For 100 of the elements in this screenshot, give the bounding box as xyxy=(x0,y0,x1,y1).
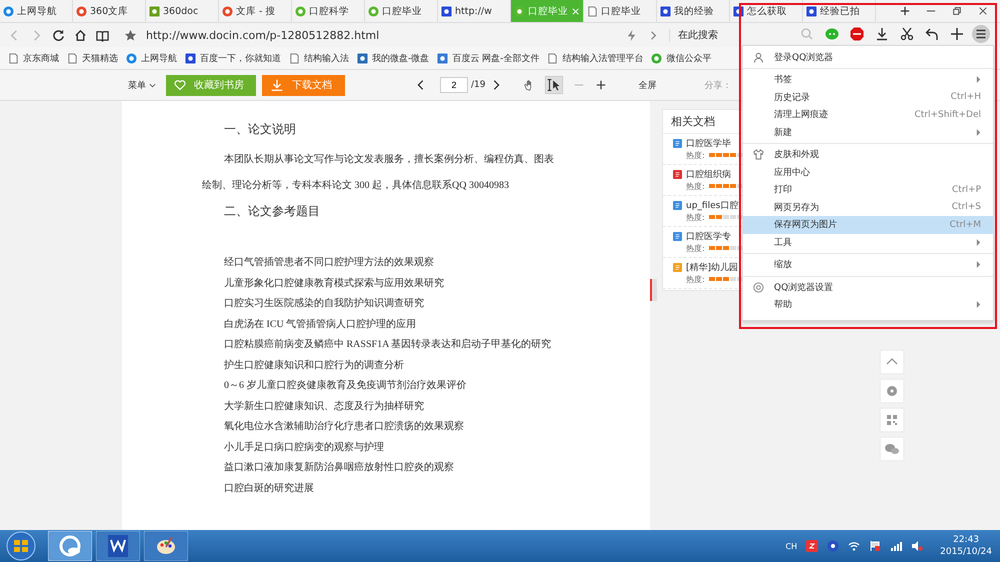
page-icon xyxy=(587,6,598,16)
menu-item[interactable]: 保存网页为图片 Ctrl+M xyxy=(743,216,993,234)
bookmark[interactable]: 上网导航 xyxy=(126,52,177,64)
menu-item[interactable]: 打印 Ctrl+P xyxy=(743,181,993,198)
collapse-handle[interactable] xyxy=(650,279,657,301)
menu-item[interactable]: 工具 xyxy=(743,234,993,251)
scissors-icon[interactable] xyxy=(900,27,914,41)
site-icon xyxy=(660,6,671,16)
lightning-icon[interactable] xyxy=(625,28,638,42)
menu-item[interactable]: 网页另存为 Ctrl+S xyxy=(743,198,993,216)
browser-tab[interactable]: 怎么获取 xyxy=(730,0,803,22)
start-button[interactable] xyxy=(6,531,36,561)
topic-title: 口腔白斑的研究进展 xyxy=(223,482,315,496)
scroll-top-icon[interactable] xyxy=(880,350,904,374)
document-link[interactable]: 口腔医学毕 xyxy=(686,136,731,150)
search-field[interactable]: 在此搜索 xyxy=(669,28,780,42)
book-icon[interactable] xyxy=(96,28,109,42)
download-icon[interactable] xyxy=(875,27,889,41)
writer-taskbar-icon[interactable] xyxy=(96,531,140,561)
site-icon xyxy=(441,6,452,16)
reload-icon[interactable] xyxy=(52,28,65,42)
document-icon xyxy=(673,232,682,240)
menu-item[interactable]: 应用中心 xyxy=(743,164,993,181)
text-select-icon[interactable] xyxy=(545,76,564,94)
signal-icon[interactable] xyxy=(890,540,902,552)
undo-icon[interactable] xyxy=(925,27,939,41)
user-icon xyxy=(753,52,764,62)
bookmark[interactable]: 结构输入法 xyxy=(289,52,349,64)
menu-item[interactable]: 书签 xyxy=(743,71,993,88)
browser-tab[interactable]: 文库 - 搜 xyxy=(219,0,292,22)
url-field[interactable]: http://www.docin.com/p-1280512882.html xyxy=(146,28,616,42)
paint-taskbar-icon[interactable] xyxy=(144,531,188,561)
bookmark[interactable]: 百度云 网盘-全部文件 xyxy=(437,52,540,64)
document-link[interactable]: 口腔医学专 xyxy=(686,230,731,242)
fullscreen-link[interactable]: 全屏 xyxy=(638,78,656,92)
site-icon xyxy=(806,6,817,16)
document-link[interactable]: [精华]幼儿园 xyxy=(686,260,738,274)
menu-item[interactable]: 历史记录 Ctrl+H xyxy=(743,88,993,106)
heat-label: 热度: xyxy=(686,212,705,222)
browser-tab[interactable]: 经验已拍 xyxy=(803,0,876,22)
topic-title: 0～6 岁儿童口腔炎健康教育及免疫调节剂治疗效果评价 xyxy=(223,378,468,393)
page-number-field[interactable]: 2 xyxy=(440,77,468,93)
plus-icon[interactable] xyxy=(950,27,964,41)
bookmark[interactable]: 微信公众平 xyxy=(651,52,712,64)
browser-tab[interactable]: 我的经验 xyxy=(657,0,730,22)
document-link[interactable]: 口腔组织病 xyxy=(686,168,731,180)
share-label: 分享： xyxy=(704,80,732,92)
topic-title: 小儿手足口病口腔病变的观察与护理 xyxy=(223,440,385,454)
clock[interactable]: 22:43 2015/10/24 xyxy=(940,534,992,558)
bookmark[interactable]: 百度一下，你就知道 xyxy=(185,52,281,64)
browser-tab[interactable]: 口腔科学 xyxy=(292,0,365,22)
section-heading: 二、论文参考题目 xyxy=(223,203,321,220)
site-icon xyxy=(514,6,525,16)
star-icon[interactable] xyxy=(124,28,137,42)
site-icon xyxy=(3,6,14,16)
topic-title: 经口气管插管患者不同口腔护理方法的效果观察 xyxy=(223,256,435,270)
menu-dropdown[interactable]: 菜单 xyxy=(128,78,156,92)
heart-icon xyxy=(174,78,186,92)
menu-item[interactable]: 皮肤和外观 xyxy=(743,146,993,164)
topic-title: 大学新生口腔健康知识、态度及行为抽样研究 xyxy=(223,400,425,414)
menu-icon[interactable] xyxy=(972,25,990,43)
bookmark[interactable]: 京东商城 xyxy=(8,52,59,64)
topic-title: 益口漱口液加康复新防治鼻咽癌放射性口腔炎的观察 xyxy=(223,460,455,475)
document-link[interactable]: up_files口腔 xyxy=(686,198,738,212)
heat-label: 热度: xyxy=(686,150,705,160)
speaker-icon[interactable] xyxy=(911,540,924,552)
caret-icon xyxy=(149,82,156,88)
language-indicator[interactable]: CH xyxy=(786,542,798,550)
page-icon xyxy=(289,52,300,64)
menu-item[interactable]: QQ浏览器设置 xyxy=(743,278,993,296)
new-tab-icon[interactable] xyxy=(900,6,910,16)
site-icon xyxy=(126,52,137,64)
document-icon xyxy=(673,200,682,210)
close-icon[interactable] xyxy=(978,6,988,16)
browser-tab[interactable]: 口腔毕业 xyxy=(584,0,657,22)
bookmark[interactable]: 我的微盘-微盘 xyxy=(357,52,430,64)
zoom-in-icon[interactable] xyxy=(595,78,608,92)
menu-item[interactable]: 缩放 xyxy=(743,256,993,274)
menu-item[interactable]: 登录QQ浏览器 xyxy=(743,46,993,68)
site-icon xyxy=(357,52,368,64)
browser-tab[interactable]: 口腔毕业 xyxy=(365,0,438,22)
chat-icon[interactable] xyxy=(880,437,904,461)
browser-tab[interactable]: 360文库 xyxy=(73,0,146,22)
menu-item[interactable]: 帮助 xyxy=(743,296,993,314)
restore-icon[interactable] xyxy=(952,6,962,16)
site-icon xyxy=(222,6,233,16)
browser-tab[interactable]: 上网导航 xyxy=(0,0,73,22)
bookmark[interactable]: 结构输入法管理平台 xyxy=(547,52,644,64)
ad-block-icon[interactable] xyxy=(850,27,864,41)
wifi-icon[interactable] xyxy=(848,540,860,552)
qr-code-icon[interactable] xyxy=(880,408,904,432)
bookmark[interactable]: 天猫精选 xyxy=(67,52,118,64)
home-icon[interactable] xyxy=(74,28,87,42)
input-method-icon[interactable] xyxy=(806,540,818,552)
flag-icon[interactable] xyxy=(869,540,882,552)
browser-tab[interactable]: 360doc xyxy=(146,0,219,22)
page-total: /19 xyxy=(471,80,486,90)
heat-label: 热度: xyxy=(686,274,705,284)
site-icon xyxy=(295,6,306,16)
document-icon xyxy=(673,170,682,178)
